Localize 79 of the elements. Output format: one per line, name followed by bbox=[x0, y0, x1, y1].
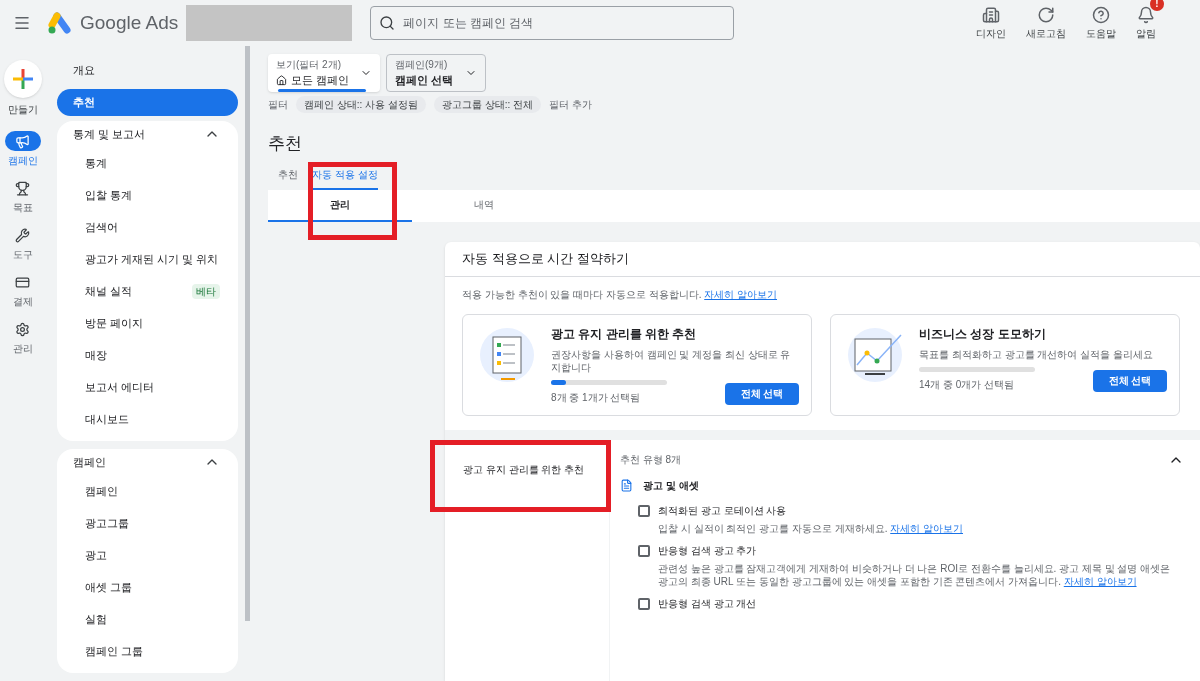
nav-item[interactable]: 추천 bbox=[57, 88, 238, 116]
rail-item[interactable]: 관리 bbox=[4, 319, 41, 356]
nav-item[interactable]: 매장 bbox=[85, 346, 107, 364]
learn-more-link[interactable]: 자세히 알아보기 bbox=[704, 288, 777, 300]
select-all-button[interactable]: 전체 선택 bbox=[1093, 369, 1167, 392]
alert-badge: ! bbox=[1150, 0, 1164, 11]
logo-icon bbox=[48, 12, 72, 34]
panel-description: 적용 가능한 추천이 있을 때마다 자동으로 적용합니다. 자세히 알아보기 bbox=[461, 287, 778, 302]
nav-item[interactable]: 통계 bbox=[85, 154, 107, 172]
nav-item[interactable]: 광고그룹 bbox=[85, 514, 129, 532]
nav-item[interactable]: 광고 bbox=[85, 546, 107, 564]
menu-icon bbox=[13, 14, 31, 32]
recommendation-count: 추천 유형 8개 bbox=[620, 453, 682, 467]
view-dropdown[interactable]: 보기(필터 2개) 모든 캠페인 bbox=[268, 54, 380, 92]
toolbar-action[interactable]: 새로고침 bbox=[1022, 5, 1070, 41]
card-title: 광고 유지 관리를 위한 추천 bbox=[551, 325, 698, 343]
filter-chip[interactable]: 캠페인 상태:: 사용 설정됨 bbox=[296, 96, 426, 113]
card-description: 권장사항을 사용하여 캠페인 및 계정을 최신 상태로 유지합니다 bbox=[551, 347, 792, 374]
panel-title: 자동 적용으로 시간 절약하기 bbox=[445, 241, 1200, 277]
refresh-icon bbox=[1037, 5, 1055, 24]
nav-item[interactable]: 검색어 bbox=[85, 218, 118, 236]
card-icon bbox=[15, 274, 30, 290]
nav-group-header[interactable]: 캠페인 bbox=[57, 449, 238, 475]
campaign-dropdown[interactable]: 캠페인(9개) 캠페인 선택 bbox=[386, 54, 486, 92]
option-description: 입찰 시 실적이 최적인 광고를 자동으로 게재하세요. 자세히 알아보기 bbox=[658, 521, 963, 535]
beta-badge: 베타 bbox=[192, 283, 220, 299]
plus-icon bbox=[12, 69, 33, 89]
page-title: 추천 bbox=[268, 133, 303, 155]
settings-icon bbox=[15, 321, 30, 337]
megaphone-icon bbox=[15, 133, 30, 149]
buildings-icon bbox=[982, 5, 1000, 24]
nav-item[interactable]: 방문 페이지 bbox=[85, 314, 144, 332]
tools-icon bbox=[15, 227, 30, 243]
card-description: 목표를 최적화하고 광고를 개선하여 실적을 올리세요 bbox=[919, 347, 1154, 361]
checkbox[interactable] bbox=[638, 597, 650, 610]
checkbox[interactable] bbox=[638, 504, 650, 517]
nav-item[interactable]: 개요 bbox=[57, 56, 238, 84]
progress-text: 8개 중 1개가 선택됨 bbox=[551, 390, 642, 405]
card-title: 비즈니스 성장 도모하기 bbox=[919, 325, 1047, 343]
nav-item[interactable]: 애셋 그룹 bbox=[85, 578, 133, 596]
search-icon bbox=[379, 15, 396, 31]
rail-item[interactable]: 도구 bbox=[4, 225, 41, 262]
toolbar-action[interactable]: 디자인 bbox=[972, 5, 1010, 41]
home-icon bbox=[276, 75, 287, 86]
section-title: 광고 유지 관리를 위한 추천 bbox=[463, 463, 585, 475]
nav-item[interactable]: 채널 실적 bbox=[85, 282, 133, 300]
add-filter-link[interactable]: 필터 추가 bbox=[549, 97, 592, 112]
nav-item[interactable]: 캠페인 bbox=[85, 482, 118, 500]
subtab[interactable]: 내역 bbox=[412, 189, 556, 222]
rail-item[interactable]: 목표 bbox=[4, 178, 41, 215]
brand-name: Google Ads bbox=[80, 10, 179, 35]
nav-item[interactable]: 입찰 통계 bbox=[85, 186, 133, 204]
nav-group-header[interactable]: 통계 및 보고서 bbox=[57, 121, 238, 147]
ad-document-icon bbox=[620, 478, 633, 492]
option-title: 반응형 검색 광고 추가 bbox=[658, 544, 758, 557]
option-description: 관련성 높은 광고를 잠재고객에게 게재하여 비슷하거나 더 나은 ROI로 전환수를 늘리세요. 광고 제목 및 설명 애셋은 광고의 최종 URL 또는 동일한 광고그룹에 있는 애셋을 포함한 기존 콘텐츠에서 가져옵니다. 자세히 알아보기 bbox=[658, 561, 1172, 588]
filter-label: 필터 bbox=[268, 98, 288, 112]
bell-icon bbox=[1137, 5, 1155, 24]
help-icon bbox=[1092, 5, 1110, 24]
checkbox[interactable] bbox=[638, 544, 650, 557]
learn-more-link[interactable]: 자세히 알아보기 bbox=[890, 522, 963, 534]
search-field[interactable]: 페이지 또는 캠페인 검색 bbox=[370, 6, 735, 40]
nav-item[interactable]: 캠페인 그룹 bbox=[85, 642, 144, 660]
nav-item[interactable]: 보고서 에디터 bbox=[85, 378, 155, 396]
select-all-button[interactable]: 전체 선택 bbox=[725, 382, 799, 405]
nav-item[interactable]: 광고가 게재된 시기 및 위치 bbox=[85, 250, 219, 268]
option-title: 반응형 검색 광고 개선 bbox=[658, 597, 757, 610]
learn-more-link[interactable]: 자세히 알아보기 bbox=[1063, 575, 1137, 587]
option-title: 최적화된 광고 로테이션 사용 bbox=[658, 504, 788, 517]
progress-text: 14개 중 0개가 선택됨 bbox=[919, 377, 1016, 392]
rail-item[interactable]: 결제 bbox=[4, 272, 41, 309]
filter-chip[interactable]: 광고그룹 상태:: 전체 bbox=[433, 96, 542, 113]
nav-item[interactable]: 실험 bbox=[85, 610, 107, 628]
tab[interactable]: 추천 bbox=[278, 166, 298, 190]
category-title: 광고 및 애셋 bbox=[643, 478, 699, 493]
toolbar-action[interactable]: 도움말 bbox=[1082, 5, 1120, 41]
trophy-icon bbox=[15, 180, 30, 196]
nav-item[interactable]: 대시보드 bbox=[85, 410, 129, 428]
subtab[interactable]: 관리 bbox=[268, 189, 412, 222]
